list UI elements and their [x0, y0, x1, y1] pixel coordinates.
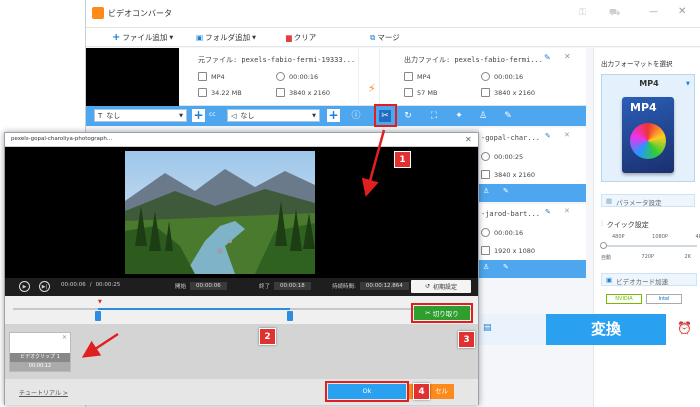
step-badge-4: 4 — [413, 383, 430, 400]
annotation-arrows — [81, 129, 386, 358]
arrow-2 — [81, 332, 119, 358]
arrow-1 — [361, 129, 386, 197]
step-badge-1: 1 — [394, 151, 411, 168]
step-badge-2: 2 — [259, 328, 276, 345]
step-badge-3: 3 — [458, 331, 475, 348]
